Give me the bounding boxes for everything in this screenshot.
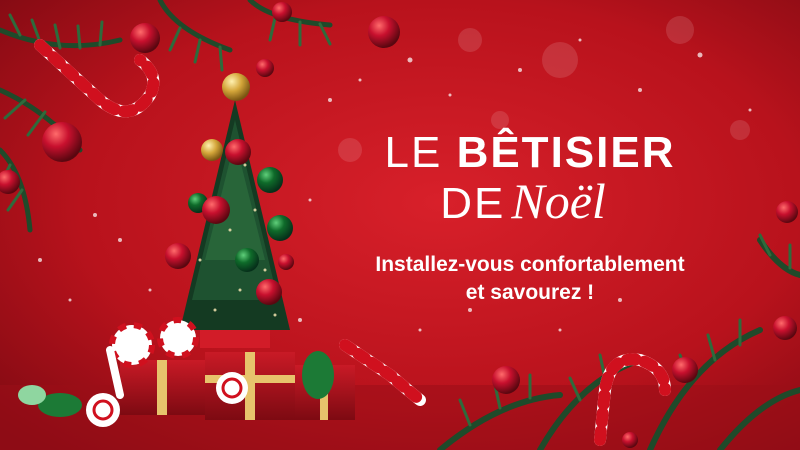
ornament-top-3: [368, 16, 400, 48]
christmas-banner: LE BÊTISIER DE Noël Installez-vous confor…: [0, 0, 800, 450]
ornament-top-1: [130, 23, 160, 53]
title-betisier: BÊTISIER: [456, 128, 676, 177]
ornament-top-2: [272, 2, 292, 22]
title-block: LE BÊTISIER DE Noël Installez-vous confor…: [330, 130, 730, 307]
title-noel: Noël: [511, 173, 606, 229]
subtitle-line-2: et savourez !: [465, 281, 595, 304]
subtitle: Installez-vous confortablement et savour…: [330, 251, 730, 307]
ornament-right-1: [776, 201, 798, 223]
tree-topper-gold: [222, 73, 250, 101]
ornament-top-4: [256, 59, 274, 77]
subtitle-line-1: Installez-vous confortablement: [375, 253, 685, 276]
title-de: DE: [440, 179, 506, 228]
title-line-1: LE BÊTISIER: [330, 130, 730, 176]
title-le: LE: [384, 128, 457, 177]
title-line-2: DE Noël: [316, 176, 730, 229]
ornament-left-1: [42, 122, 82, 162]
